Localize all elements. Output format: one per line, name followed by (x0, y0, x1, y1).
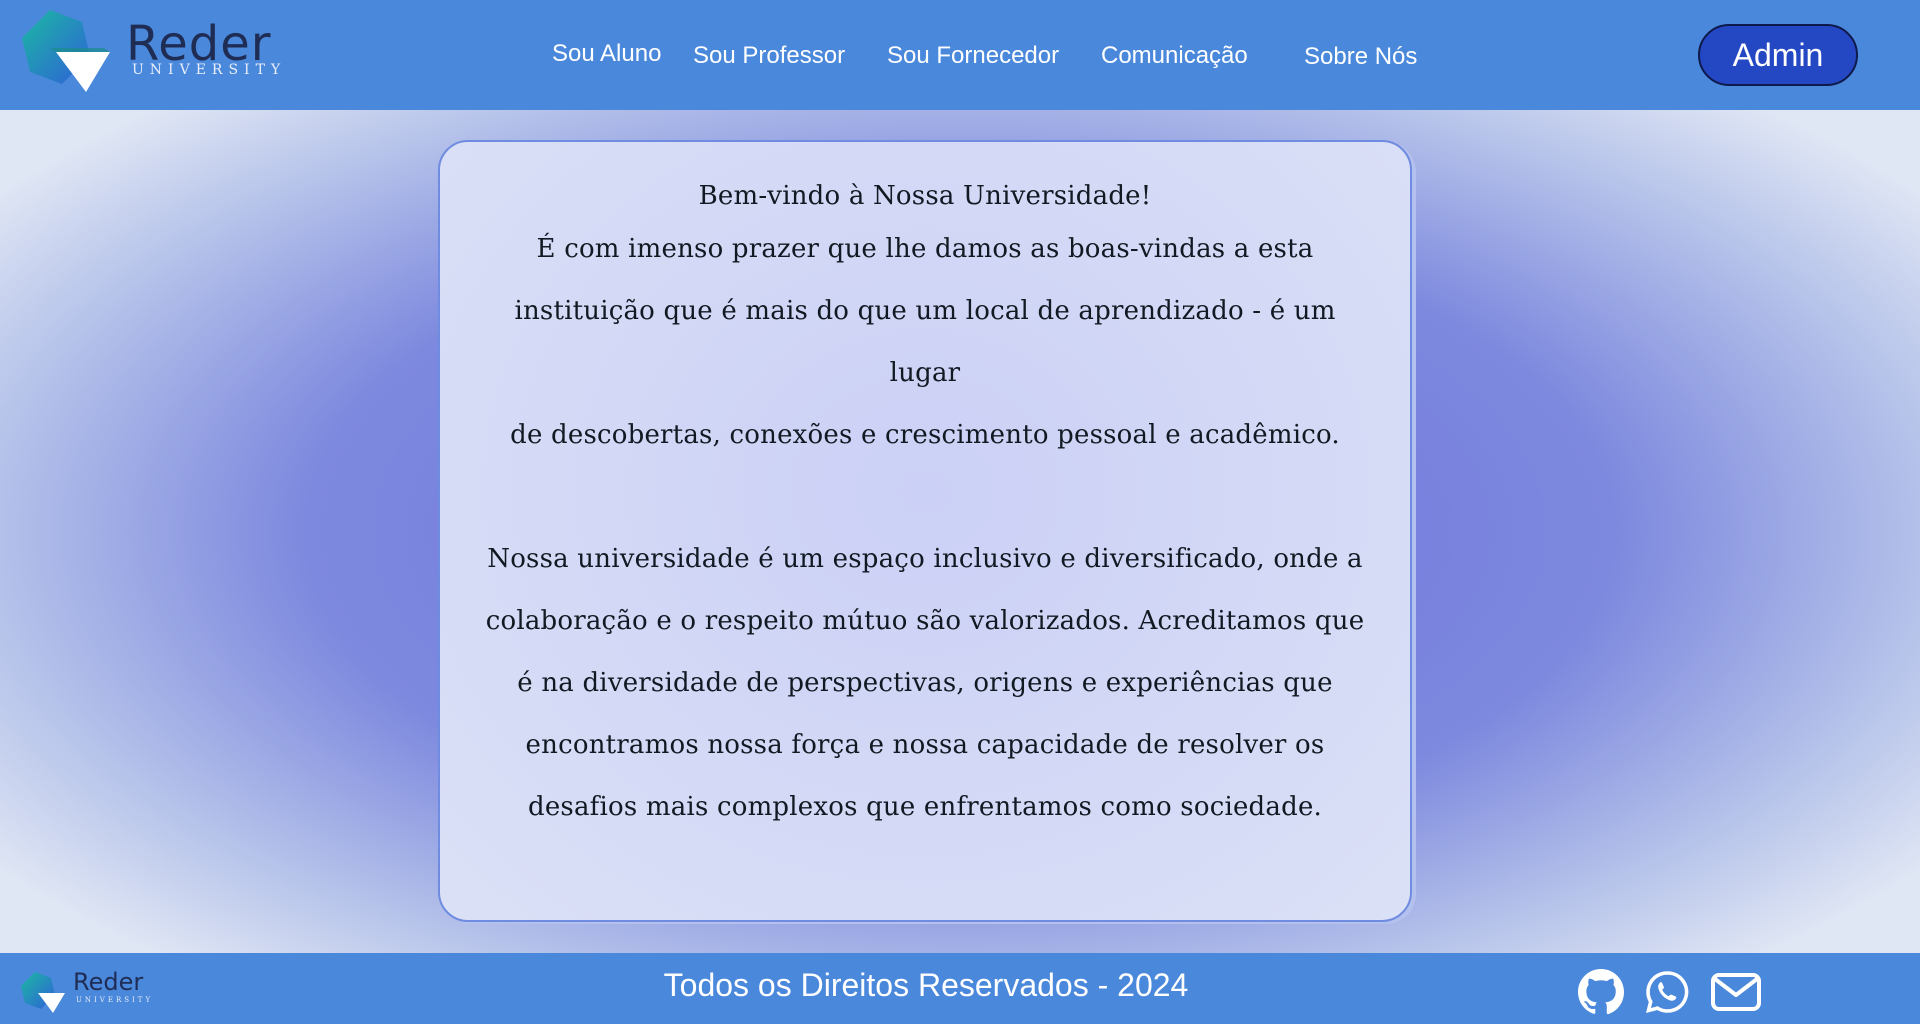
logo-hexagon-icon (22, 10, 110, 92)
nav-sou-aluno[interactable]: Sou Aluno (552, 40, 661, 68)
github-icon[interactable] (1577, 968, 1625, 1016)
paragraph-2-line: encontramos nossa força e nossa capacida… (525, 730, 1325, 760)
paragraph-2-line: desafios mais complexos que enfrentamos … (528, 792, 1322, 822)
welcome-title: Bem-vindo à Nossa Universidade! (698, 181, 1152, 211)
site-header: Reder UNIVERSITY Sou Aluno Sou Professor… (0, 0, 1920, 110)
paragraph-2-line: é na diversidade de perspectivas, origen… (517, 668, 1333, 698)
site-footer: Reder UNIVERSITY Todos os Direitos Reser… (0, 953, 1920, 1024)
footer-logo-hexagon-icon (21, 972, 65, 1013)
mail-icon[interactable] (1710, 968, 1762, 1016)
main-content: Bem-vindo à Nossa Universidade! É com im… (0, 110, 1920, 953)
nav-comunicacao[interactable]: Comunicação (1101, 42, 1248, 70)
whatsapp-icon[interactable] (1643, 968, 1691, 1016)
welcome-card: Bem-vindo à Nossa Universidade! É com im… (438, 140, 1412, 922)
footer-logo[interactable]: Reder UNIVERSITY (20, 968, 150, 1018)
paragraph-1-line: É com imenso prazer que lhe damos as boa… (536, 234, 1314, 264)
nav-sou-professor[interactable]: Sou Professor (693, 42, 845, 70)
site-logo[interactable]: Reder UNIVERSITY (20, 8, 280, 108)
paragraph-2-line: Nossa universidade é um espaço inclusivo… (487, 544, 1363, 574)
footer-logo-wordmark: Reder (73, 968, 144, 996)
nav-sobre-nos[interactable]: Sobre Nós (1304, 43, 1417, 71)
paragraph-1-line: instituição que é mais do que um local d… (514, 296, 1336, 388)
paragraph-1-line: de descobertas, conexões e crescimento p… (510, 420, 1340, 450)
nav-sou-fornecedor[interactable]: Sou Fornecedor (887, 42, 1059, 70)
paragraph-2-line: colaboração e o respeito mútuo são valor… (485, 606, 1365, 636)
logo-subtitle: UNIVERSITY (132, 62, 287, 78)
footer-logo-subtitle: UNIVERSITY (76, 996, 154, 1004)
admin-button[interactable]: Admin (1698, 24, 1858, 86)
copyright-text: Todos os Direitos Reservados - 2024 (663, 967, 1189, 1003)
